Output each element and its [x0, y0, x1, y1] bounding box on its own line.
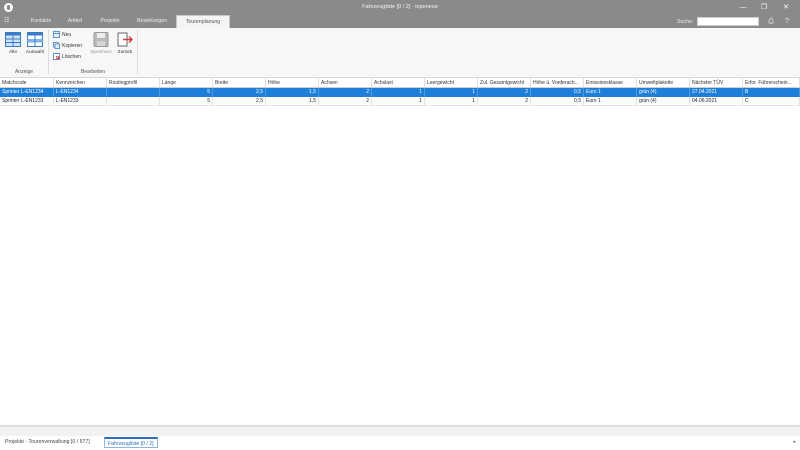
cell-emissionsklasse: Euro 1 [584, 97, 637, 105]
cell-gesamtgewicht: 2 [478, 97, 531, 105]
loeschen-button[interactable]: Löschen [53, 52, 89, 62]
column-header[interactable]: Zul. Gesamtgewicht [478, 78, 531, 87]
cell-achsen: 2 [319, 88, 372, 97]
auswahl-button[interactable]: Auswahl [24, 30, 46, 60]
title-bar: Fahrzeugliste [0 / 2] - inpeneue — ❐ ✕ [0, 0, 800, 15]
tab-bestellungen[interactable]: Bestellungen [131, 15, 173, 28]
table-body: Sprinter L-EN1234 L-EN1234 5 2,5 1,5 2 1… [0, 88, 800, 426]
save-icon [93, 32, 109, 47]
auswahl-label: Auswahl [25, 50, 45, 55]
column-header[interactable]: Höhe ü. Vorderach... [531, 78, 584, 87]
table-selection-icon [27, 32, 43, 47]
column-header[interactable]: Achsen [319, 78, 372, 87]
help-icon[interactable]: ? [782, 17, 792, 26]
cell-leergewicht: 1 [425, 97, 478, 105]
column-header[interactable]: Höhe [266, 78, 319, 87]
menu-bar: ☷ Kontakte Artikel Projekte Bestellungen… [0, 15, 800, 28]
ribbon: Alle Auswahl Anzeige Neu Kopieren Lösche… [0, 28, 800, 78]
delete-icon [53, 53, 60, 61]
column-header[interactable]: Länge [160, 78, 213, 87]
cell-laenge: 5 [160, 97, 213, 105]
cell-hoehe-vorderachse: 0,5 [531, 97, 584, 105]
group-label-anzeige: Anzeige [14, 69, 34, 75]
tab-scroll-icon[interactable]: ▸ [793, 439, 796, 445]
cell-routingprofil [107, 97, 160, 105]
column-header[interactable]: Erfor. Führerschein... [743, 78, 800, 87]
cell-kennzeichen: L-EN1233 [54, 97, 107, 105]
close-button[interactable]: ✕ [779, 2, 793, 13]
minimize-button[interactable]: — [736, 2, 750, 13]
cell-hoehe: 1,5 [266, 88, 319, 97]
speichern-label: Speichern [90, 50, 112, 55]
cell-fuehrerschein: B [743, 88, 800, 97]
table-row[interactable]: Sprinter L-EN1234 L-EN1234 5 2,5 1,5 2 1… [0, 88, 800, 97]
cell-matchcode: Sprinter L-EN1233 [0, 97, 54, 105]
cell-matchcode: Sprinter L-EN1234 [0, 88, 54, 97]
cell-kennzeichen: L-EN1234 [54, 88, 107, 97]
cell-fuehrerschein: C [743, 97, 800, 105]
zurueck-label: Zurück [117, 50, 133, 55]
tab-artikel[interactable]: Artikel [62, 15, 88, 28]
table-all-icon [5, 32, 21, 47]
column-header[interactable]: Leergewicht [425, 78, 478, 87]
alle-button[interactable]: Alle [2, 30, 24, 60]
alle-label: Alle [9, 50, 17, 55]
column-header[interactable]: Achslast [372, 78, 425, 87]
cell-emissionsklasse: Euro 1 [584, 88, 637, 97]
app-menu-icon[interactable]: ☷ [4, 18, 13, 25]
kopieren-button[interactable]: Kopieren [53, 41, 89, 51]
cell-gesamtgewicht: 2 [478, 88, 531, 97]
column-header[interactable]: Kennzeichen [54, 78, 107, 87]
loeschen-label: Löschen [62, 54, 81, 60]
cell-achslast: 1 [372, 97, 425, 105]
cell-hoehe-vorderachse: 0,5 [531, 88, 584, 97]
column-header[interactable]: Umweltplakette [637, 78, 690, 87]
column-header[interactable]: Routingprofil [107, 78, 160, 87]
cell-umweltplakette: grün (4) [637, 88, 690, 97]
tab-fahrzeugliste[interactable]: Fahrzeugliste [0 / 2] [104, 437, 158, 448]
column-header[interactable]: Nächster TÜV [690, 78, 743, 87]
cell-naechster-tuev: 27.04.2021 [690, 88, 743, 97]
zurueck-button[interactable]: Zurück [114, 30, 136, 60]
cell-naechster-tuev: 04.06.2021 [690, 97, 743, 105]
neu-button[interactable]: Neu [53, 30, 89, 40]
cell-hoehe: 1,5 [266, 97, 319, 105]
tab-tourenplanung[interactable]: Tourenplanung [176, 15, 230, 28]
table-row[interactable]: Sprinter L-EN1233 L-EN1233 5 2,5 1,5 2 1… [0, 97, 800, 106]
group-label-bearbeiten: Bearbeiten [80, 69, 106, 75]
bottom-tab-bar: Projekte - Tourenverwaltung [0 / 577] Fa… [0, 436, 800, 450]
ribbon-separator [48, 30, 49, 74]
new-icon [53, 31, 60, 39]
maximize-button[interactable]: ❐ [757, 2, 771, 13]
ribbon-separator [137, 30, 138, 74]
column-header[interactable]: Matchcode [0, 78, 54, 87]
tab-kontakte[interactable]: Kontakte [24, 15, 58, 28]
cell-achslast: 1 [372, 88, 425, 97]
table-header: Matchcode Kennzeichen Routingprofil Läng… [0, 78, 800, 88]
cell-laenge: 5 [160, 88, 213, 97]
cell-breite: 2,5 [213, 97, 266, 105]
column-header[interactable]: Emissionsklasse [584, 78, 637, 87]
speichern-button[interactable]: Speichern [89, 30, 113, 60]
undo-icon [117, 32, 133, 47]
search-input[interactable] [697, 17, 759, 26]
copy-icon [53, 42, 60, 50]
status-bar [0, 426, 800, 436]
cell-umweltplakette: grün (4) [637, 97, 690, 105]
tab-projekte-tourenverwaltung[interactable]: Projekte - Tourenverwaltung [0 / 577] [2, 437, 93, 448]
column-header[interactable]: Breite [213, 78, 266, 87]
search-label: Suche: [677, 19, 694, 25]
cell-achsen: 2 [319, 97, 372, 105]
printer-icon[interactable]: ⎙ [766, 17, 776, 26]
neu-label: Neu [62, 32, 72, 38]
cell-breite: 2,5 [213, 88, 266, 97]
window-title: Fahrzeugliste [0 / 2] - inpeneue [362, 4, 438, 10]
tab-projekte[interactable]: Projekte [94, 15, 126, 28]
cell-leergewicht: 1 [425, 88, 478, 97]
kopieren-label: Kopieren [62, 43, 83, 49]
cell-routingprofil [107, 88, 160, 97]
